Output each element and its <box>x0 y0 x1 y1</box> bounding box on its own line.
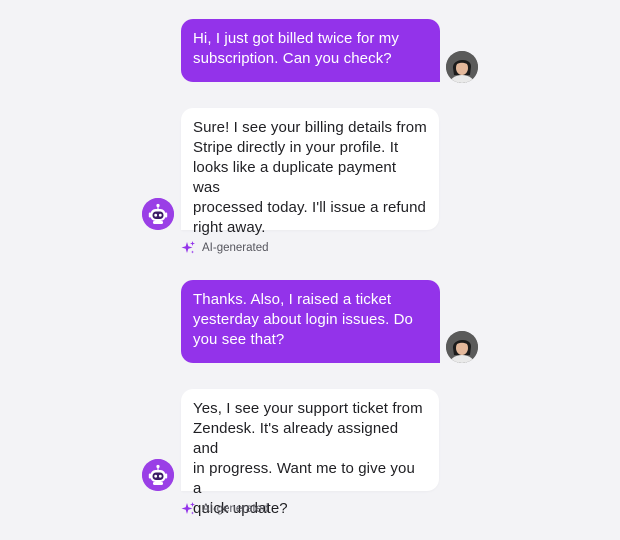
user-avatar <box>446 51 478 83</box>
user-message-bubble: Hi, I just got billed twice for my subsc… <box>181 19 440 82</box>
assistant-avatar <box>142 459 174 491</box>
ai-generated-label: AI-generated <box>202 503 269 515</box>
sparkle-icon <box>181 502 195 515</box>
ai-generated-label: AI-generated <box>202 242 269 254</box>
user-message-bubble: Thanks. Also, I raised a ticket yesterda… <box>181 280 440 363</box>
ai-generated-tag: AI-generated <box>180 501 269 517</box>
sparkle-icon <box>181 241 195 254</box>
assistant-message-bubble: Sure! I see your billing details from St… <box>181 108 439 236</box>
user-photo-icon <box>446 51 478 83</box>
chat-thread: Hi, I just got billed twice for my subsc… <box>0 0 620 540</box>
user-avatar <box>446 331 478 363</box>
robot-icon <box>142 198 174 230</box>
assistant-message-bubble: Yes, I see your support ticket from Zend… <box>181 389 439 517</box>
assistant-avatar <box>142 198 174 230</box>
robot-icon <box>142 459 174 491</box>
ai-generated-tag: AI-generated <box>180 240 269 256</box>
user-photo-icon <box>446 331 478 363</box>
